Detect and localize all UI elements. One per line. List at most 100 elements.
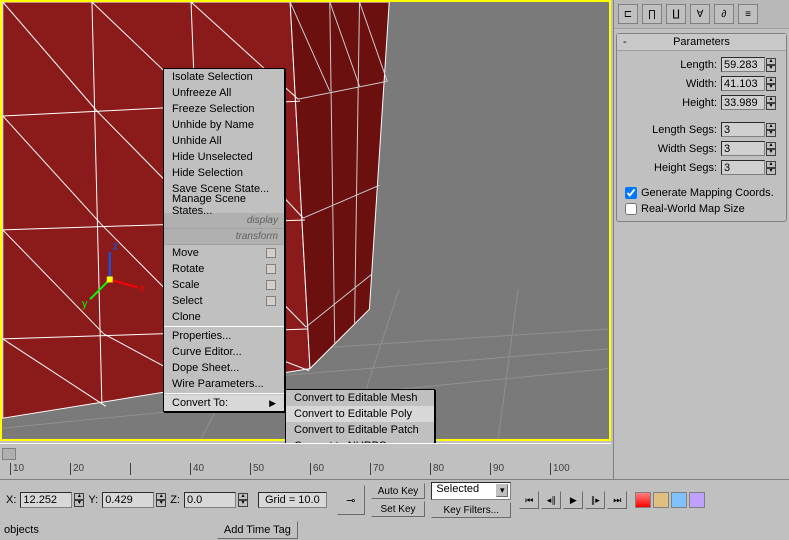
submenu-editable-patch[interactable]: Convert to Editable Patch <box>286 422 434 438</box>
menu-curve-editor[interactable]: Curve Editor... <box>164 344 284 360</box>
hsegs-spin-down[interactable]: ▾ <box>766 168 776 175</box>
ruler-tick: 20 <box>70 463 130 475</box>
width-input[interactable] <box>721 76 765 91</box>
hsegs-spin-up[interactable]: ▴ <box>766 161 776 168</box>
width-spin-up[interactable]: ▴ <box>766 77 776 84</box>
menu-convert-to[interactable]: Convert To:▶ <box>164 395 284 411</box>
rollout-header[interactable]: - Parameters <box>617 34 786 51</box>
menu-select[interactable]: Select <box>164 293 284 309</box>
height-segs-label: Height Segs: <box>623 162 717 174</box>
key-mode-dropdown[interactable]: Selected <box>431 482 511 500</box>
tool-btn-1[interactable]: ⊏ <box>618 4 638 24</box>
gen-mapping-checkbox[interactable] <box>625 187 637 199</box>
submenu-arrow-icon: ▶ <box>269 398 276 409</box>
lsegs-spin-up[interactable]: ▴ <box>766 123 776 130</box>
menu-unfreeze-all[interactable]: Unfreeze All <box>164 85 284 101</box>
width-spin-down[interactable]: ▾ <box>766 84 776 91</box>
ruler-tick: 10 <box>10 463 70 475</box>
x-spin-down[interactable]: ▾ <box>74 500 84 507</box>
grid-display: Grid = 10.0 <box>258 492 327 508</box>
wsegs-spin-down[interactable]: ▾ <box>766 149 776 156</box>
nav-icon-3[interactable] <box>671 492 687 508</box>
key-icon: ⊸ <box>346 494 355 507</box>
ruler-tick: 100 <box>550 463 610 475</box>
height-spin-down[interactable]: ▾ <box>766 103 776 110</box>
menu-freeze-selection[interactable]: Freeze Selection <box>164 101 284 117</box>
viewport-3d[interactable]: x y z <box>0 0 611 441</box>
pin-stack-icon[interactable]: ∏ <box>642 4 662 24</box>
modifier-tool-row: ⊏ ∏ ∐ ∀ ∂ ≡ <box>614 0 789 29</box>
y-input[interactable] <box>102 492 154 508</box>
timeline-trackbar[interactable] <box>0 443 611 463</box>
width-segs-input[interactable] <box>721 141 765 156</box>
menu-hide-unselected[interactable]: Hide Unselected <box>164 149 284 165</box>
height-input[interactable] <box>721 95 765 110</box>
ruler-tick: 60 <box>310 463 370 475</box>
menu-unhide-all[interactable]: Unhide All <box>164 133 284 149</box>
height-segs-input[interactable] <box>721 160 765 175</box>
menu-unhide-by-name[interactable]: Unhide by Name <box>164 117 284 133</box>
mesh-render: x y z <box>2 2 609 439</box>
prev-frame-button[interactable]: ◂∥ <box>541 491 561 509</box>
configure-sets-icon[interactable]: ≡ <box>738 4 758 24</box>
length-spin-down[interactable]: ▾ <box>766 65 776 72</box>
set-key-button[interactable]: Set Key <box>371 501 426 517</box>
goto-end-button[interactable]: ⏭ <box>607 491 627 509</box>
svg-text:z: z <box>113 241 118 253</box>
command-panel: ⊏ ∏ ∐ ∀ ∂ ≡ - Parameters Length: ▴▾ Widt… <box>613 0 789 524</box>
z-spin-down[interactable]: ▾ <box>238 500 248 507</box>
menu-isolate-selection[interactable]: Isolate Selection <box>164 69 284 85</box>
timeline-frame-marker[interactable] <box>2 448 16 460</box>
real-world-checkbox[interactable] <box>625 203 637 215</box>
menu-move[interactable]: Move <box>164 245 284 261</box>
goto-start-button[interactable]: ⏮ <box>519 491 539 509</box>
length-segs-input[interactable] <box>721 122 765 137</box>
menu-rotate[interactable]: Rotate <box>164 261 284 277</box>
height-spin-up[interactable]: ▴ <box>766 96 776 103</box>
next-frame-button[interactable]: ∥▸ <box>585 491 605 509</box>
auto-key-button[interactable]: Auto Key <box>371 483 426 499</box>
nav-icon-1[interactable] <box>635 492 651 508</box>
svg-text:x: x <box>140 282 146 294</box>
ruler-tick <box>130 463 190 475</box>
remove-modifier-icon[interactable]: ∂ <box>714 4 734 24</box>
objects-label: objects <box>4 524 39 536</box>
length-input[interactable] <box>721 57 765 72</box>
show-end-result-icon[interactable]: ∐ <box>666 4 686 24</box>
y-spin-down[interactable]: ▾ <box>156 500 166 507</box>
lsegs-spin-down[interactable]: ▾ <box>766 130 776 137</box>
nav-icon-2[interactable] <box>653 492 669 508</box>
real-world-label: Real-World Map Size <box>641 203 745 215</box>
menu-manage-scene-states[interactable]: Manage Scene States... <box>164 197 284 213</box>
lock-selection-button[interactable]: ⊸ <box>337 485 365 515</box>
x-input[interactable] <box>20 492 72 508</box>
play-button[interactable]: ▶ <box>563 491 583 509</box>
menu-properties[interactable]: Properties... <box>164 328 284 344</box>
parameters-rollout: - Parameters Length: ▴▾ Width: ▴▾ Height… <box>616 33 787 222</box>
submenu-editable-poly[interactable]: Convert to Editable Poly <box>286 406 434 422</box>
menu-scale[interactable]: Scale <box>164 277 284 293</box>
gen-mapping-label: Generate Mapping Coords. <box>641 187 774 199</box>
menu-wire-parameters[interactable]: Wire Parameters... <box>164 376 284 392</box>
z-spin-up[interactable]: ▴ <box>238 493 248 500</box>
width-label: Width: <box>623 78 717 90</box>
status-bar: X: ▴▾ Y: ▴▾ Z: ▴▾ Grid = 10.0 ⊸ Auto Key… <box>0 479 789 524</box>
y-spin-up[interactable]: ▴ <box>156 493 166 500</box>
length-spin-up[interactable]: ▴ <box>766 58 776 65</box>
ruler-tick: 90 <box>490 463 550 475</box>
key-filters-button[interactable]: Key Filters... <box>431 502 511 518</box>
ruler-tick: 80 <box>430 463 490 475</box>
menu-hide-selection[interactable]: Hide Selection <box>164 165 284 181</box>
y-label: Y: <box>86 494 100 506</box>
menu-dope-sheet[interactable]: Dope Sheet... <box>164 360 284 376</box>
wsegs-spin-up[interactable]: ▴ <box>766 142 776 149</box>
z-input[interactable] <box>184 492 236 508</box>
x-label: X: <box>4 494 18 506</box>
make-unique-icon[interactable]: ∀ <box>690 4 710 24</box>
nav-icon-4[interactable] <box>689 492 705 508</box>
x-spin-up[interactable]: ▴ <box>74 493 84 500</box>
submenu-editable-mesh[interactable]: Convert to Editable Mesh <box>286 390 434 406</box>
menu-clone[interactable]: Clone <box>164 309 284 325</box>
length-label: Length: <box>623 59 717 71</box>
height-label: Height: <box>623 97 717 109</box>
